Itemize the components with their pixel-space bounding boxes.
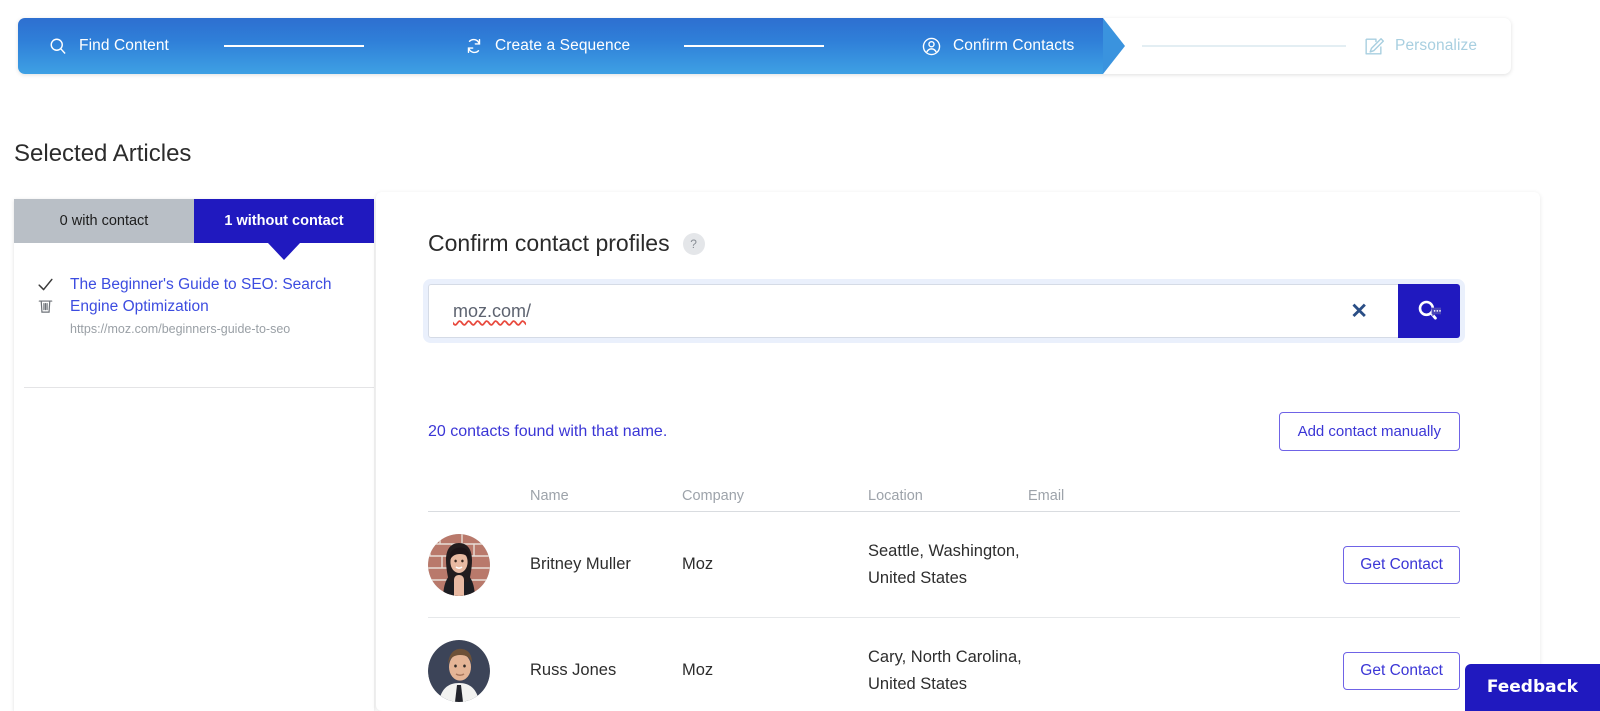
search-input[interactable]: moz.com/ — [453, 301, 1340, 322]
search-badge-icon — [1418, 300, 1441, 320]
card-title: Confirm contact profiles — [428, 230, 670, 256]
search-value-tail: / — [526, 300, 532, 321]
article-url: https://moz.com/beginners-guide-to-seo — [70, 322, 291, 336]
contact-name: Britney Muller — [530, 555, 631, 573]
col-header-company: Company — [682, 487, 745, 504]
contact-company: Moz — [682, 555, 714, 573]
tab-label: 0 with contact — [59, 213, 149, 229]
progress-stepper: Find Content Create a Sequence Confirm C… — [18, 18, 1511, 74]
row-action-cell: Get Contact — [1188, 545, 1460, 584]
selected-articles-panel: 0 with contact 1 without contact The Beg… — [14, 199, 374, 711]
search-input-wrapper[interactable]: moz.com/ ✕ — [428, 284, 1398, 338]
avatar-cell — [428, 639, 530, 702]
avatar — [428, 639, 490, 702]
clear-icon[interactable]: ✕ — [1340, 301, 1386, 322]
connector-1 — [224, 45, 364, 47]
connector-3 — [1142, 45, 1346, 47]
contacts-table: Name Company Location Email Britney Mull… — [428, 480, 1460, 711]
avatar — [428, 533, 490, 596]
table-row: Britney Muller Moz Seattle, Washington, … — [428, 512, 1460, 618]
check-icon[interactable] — [36, 275, 58, 294]
help-icon[interactable]: ? — [682, 232, 705, 255]
confirm-contacts-card: Confirm contact profiles ? moz.com/ ✕ 20… — [376, 192, 1540, 711]
step-label: Find Content — [79, 37, 169, 54]
col-header-email: Email — [1028, 487, 1065, 504]
feedback-button[interactable]: Feedback — [1464, 664, 1600, 711]
search-value-domain: moz.com — [453, 300, 527, 321]
step-label: Create a Sequence — [495, 37, 631, 54]
list-item: The Beginner's Guide to SEO: Search Engi… — [14, 274, 374, 336]
contact-location: Cary, North Carolina, United States — [868, 648, 1022, 693]
tab-without-contact[interactable]: 1 without contact — [194, 199, 374, 260]
contact-name: Russ Jones — [530, 661, 617, 679]
step-label: Personalize — [1395, 37, 1478, 54]
get-contact-button[interactable]: Get Contact — [1343, 651, 1460, 690]
panel-divider — [24, 387, 374, 388]
active-tab-pointer — [268, 243, 300, 260]
col-header-location: Location — [868, 487, 923, 504]
article-actions — [36, 274, 58, 336]
col-header-name: Name — [530, 487, 569, 504]
progress-arrow — [1103, 18, 1125, 74]
refresh-icon — [464, 36, 484, 56]
results-summary-row: 20 contacts found with that name. Add co… — [428, 412, 1460, 451]
contact-location: Seattle, Washington, United States — [868, 542, 1020, 587]
search-button[interactable] — [1398, 284, 1460, 338]
edit-icon — [1363, 36, 1384, 57]
card-header: Confirm contact profiles ? — [376, 192, 1540, 257]
page-title: Selected Articles — [14, 140, 192, 167]
trash-icon[interactable] — [36, 296, 58, 315]
person-icon — [921, 36, 942, 57]
article-title-link[interactable]: The Beginner's Guide to SEO: Search Engi… — [70, 274, 360, 317]
step-personalize[interactable]: Personalize — [1363, 18, 1477, 74]
table-header-row: Name Company Location Email — [428, 480, 1460, 512]
contact-company: Moz — [682, 661, 714, 679]
avatar-woman-brick-wall — [428, 533, 490, 596]
step-label: Confirm Contacts — [953, 37, 1075, 54]
contact-filter-tabs: 0 with contact 1 without contact — [14, 199, 374, 260]
article-list: The Beginner's Guide to SEO: Search Engi… — [14, 243, 374, 336]
domain-search-bar: moz.com/ ✕ — [428, 284, 1460, 338]
results-count: 20 contacts found with that name. — [428, 422, 668, 440]
table-row: Russ Jones Moz Cary, North Carolina, Uni… — [428, 618, 1460, 711]
step-confirm-contacts[interactable]: Confirm Contacts — [921, 18, 1074, 74]
add-contact-manually-button[interactable]: Add contact manually — [1278, 412, 1460, 451]
connector-2 — [684, 45, 824, 47]
step-create-sequence[interactable]: Create a Sequence — [464, 18, 630, 74]
row-action-cell: Get Contact — [1188, 651, 1460, 690]
tab-with-contact[interactable]: 0 with contact — [14, 199, 194, 243]
tab-label: 1 without contact — [224, 213, 344, 229]
get-contact-button[interactable]: Get Contact — [1343, 545, 1460, 584]
step-find-content[interactable]: Find Content — [48, 18, 169, 74]
avatar-man-white-shirt — [428, 639, 490, 702]
avatar-cell — [428, 533, 530, 596]
article-text: The Beginner's Guide to SEO: Search Engi… — [70, 274, 360, 336]
search-icon — [48, 36, 68, 56]
